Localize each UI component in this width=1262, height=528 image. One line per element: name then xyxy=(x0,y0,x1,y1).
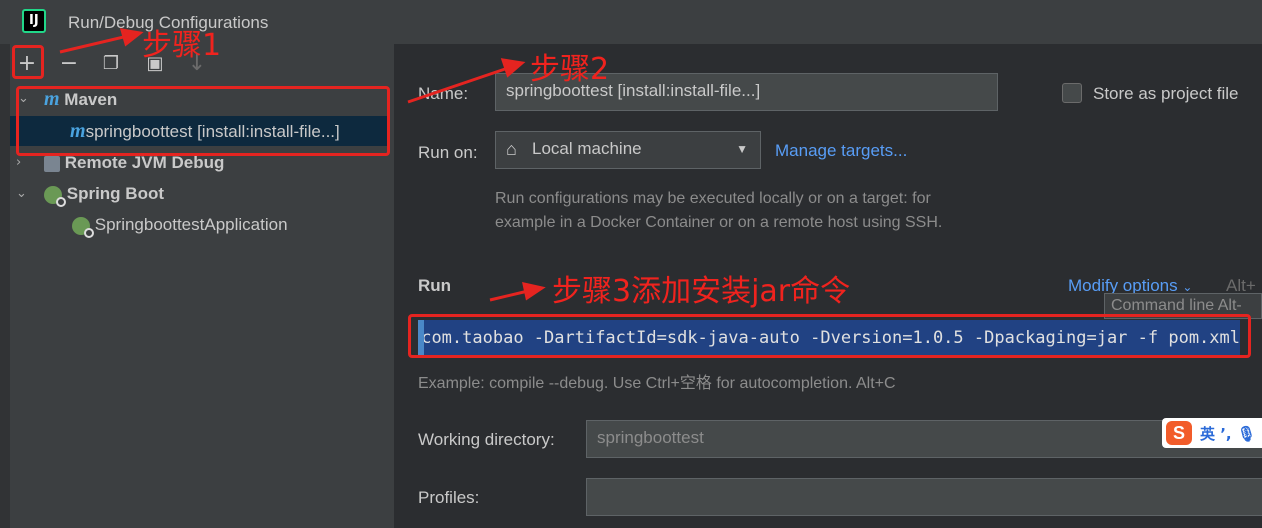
annotation-step3: 步骤3添加安装jar命令 xyxy=(552,274,851,309)
annotation-step1: 步骤1 xyxy=(142,28,222,63)
annotation-arrows xyxy=(59,28,546,302)
annotation-step2: 步骤2 xyxy=(530,52,610,87)
